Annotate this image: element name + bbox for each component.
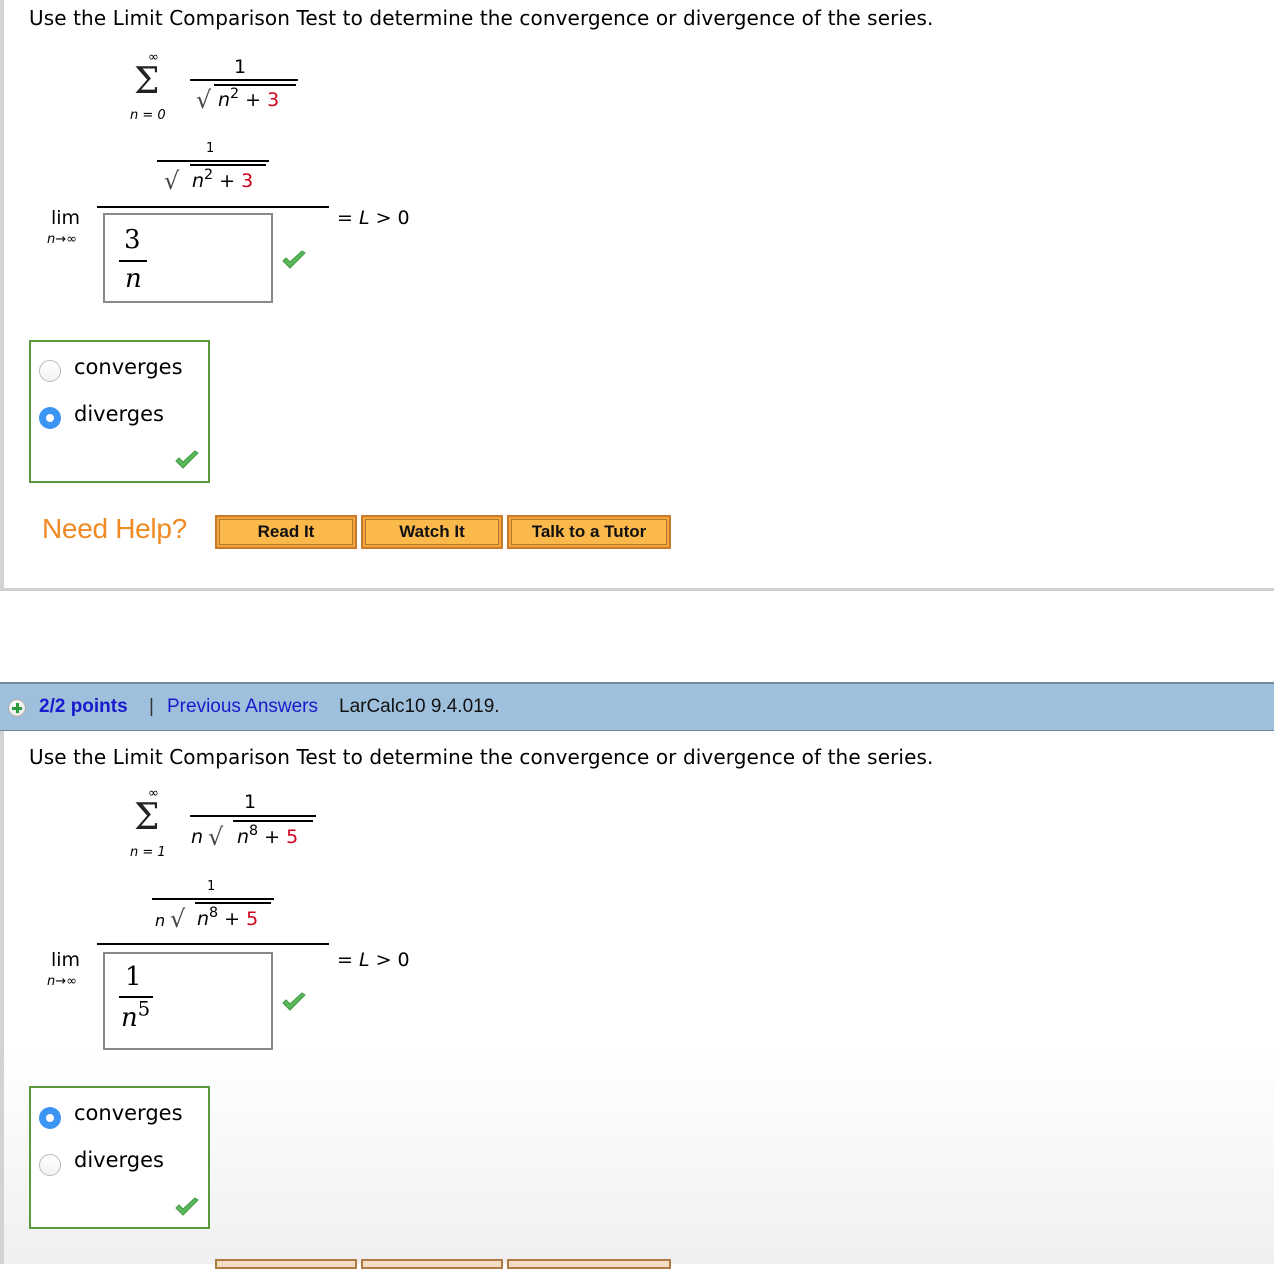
sqrt-symbol: √: [164, 167, 180, 195]
inner-numerator: 1: [206, 141, 215, 156]
radicand: n8 + 5: [237, 823, 299, 848]
main-fraction-bar: [97, 206, 329, 208]
sigma-symbol: Σ: [134, 61, 160, 102]
lim-subscript: n→∞: [47, 974, 77, 989]
question-text: Use the Limit Comparison Test to determi…: [29, 745, 934, 769]
sum-lower-limit: n = 0: [130, 108, 166, 123]
lim-label: lim: [51, 207, 81, 229]
radicand: n2 + 3: [218, 86, 280, 111]
points-label: 2/2 points: [39, 696, 128, 717]
sqrt-bar: [214, 84, 296, 86]
choice-group: converges diverges: [29, 1086, 210, 1229]
correct-check-icon: [282, 250, 306, 269]
answer-input-box[interactable]: 3 n: [103, 213, 273, 303]
watch-it-button[interactable]: Watch It: [361, 515, 503, 549]
series-numerator: 1: [244, 791, 257, 813]
correct-check-icon: [175, 450, 199, 469]
radio-converges[interactable]: [39, 1107, 61, 1129]
answer-denominator: n5: [121, 997, 151, 1033]
sqrt-symbol: √: [196, 86, 212, 114]
limit-result: = L > 0: [337, 207, 410, 229]
main-fraction-bar: [97, 943, 329, 945]
answer-fraction-bar: [119, 260, 147, 262]
question-header-2: 2/2 points | Previous Answers LarCalc10 …: [0, 682, 1274, 732]
lim-subscript: n→∞: [47, 232, 77, 247]
choice-label-diverges[interactable]: diverges: [74, 402, 164, 426]
radio-converges[interactable]: [39, 360, 61, 382]
sum-lower-limit: n = 1: [130, 845, 166, 860]
problem-reference: LarCalc10 9.4.019.: [339, 696, 500, 717]
read-it-button[interactable]: [215, 1259, 357, 1269]
read-it-button[interactable]: Read It: [215, 515, 357, 549]
question-text: Use the Limit Comparison Test to determi…: [29, 6, 934, 30]
choice-label-diverges[interactable]: diverges: [74, 1148, 164, 1172]
sqrt-symbol: √: [208, 823, 224, 851]
question-panel-2: Use the Limit Comparison Test to determi…: [0, 731, 1274, 1269]
choice-label-converges[interactable]: converges: [74, 1101, 183, 1125]
inner-numerator: 1: [207, 879, 216, 894]
inner-radicand: n8 + 5: [197, 905, 259, 930]
choice-label-converges[interactable]: converges: [74, 355, 183, 379]
answer-numerator: 1: [125, 962, 142, 992]
answer-input-box[interactable]: 1 n5: [103, 952, 273, 1050]
prefix-n: n: [191, 826, 204, 848]
choice-group: converges diverges: [29, 340, 210, 483]
inner-fraction-bar: [157, 160, 269, 162]
question-panel-1: Use the Limit Comparison Test to determi…: [0, 0, 1274, 591]
need-help-label: Need Help?: [42, 513, 187, 544]
prefix-n: n: [155, 911, 166, 930]
previous-answers-link[interactable]: Previous Answers: [167, 696, 318, 718]
lim-label: lim: [51, 949, 81, 971]
radio-diverges[interactable]: [39, 1154, 61, 1176]
fraction-bar: [190, 815, 316, 817]
series-numerator: 1: [234, 56, 247, 78]
limit-result: = L > 0: [337, 949, 410, 971]
fraction-bar: [190, 79, 298, 81]
talk-to-tutor-button[interactable]: Talk to a Tutor: [507, 515, 671, 549]
correct-check-icon: [175, 1197, 199, 1216]
watch-it-button[interactable]: [361, 1259, 503, 1269]
sqrt-bar: [195, 902, 271, 904]
sqrt-bar: [190, 164, 266, 166]
talk-to-tutor-button[interactable]: [507, 1259, 671, 1269]
radio-diverges[interactable]: [39, 407, 61, 429]
correct-check-icon: [282, 992, 306, 1011]
sqrt-symbol: √: [170, 905, 186, 933]
sigma-symbol: Σ: [134, 797, 160, 838]
answer-denominator: n: [125, 264, 142, 294]
inner-radicand: n2 + 3: [192, 167, 254, 192]
header-separator: |: [149, 696, 154, 717]
sqrt-bar: [233, 820, 313, 822]
answer-numerator: 3: [124, 225, 141, 255]
expand-plus-icon[interactable]: [8, 699, 26, 717]
inner-fraction-bar: [152, 898, 274, 900]
